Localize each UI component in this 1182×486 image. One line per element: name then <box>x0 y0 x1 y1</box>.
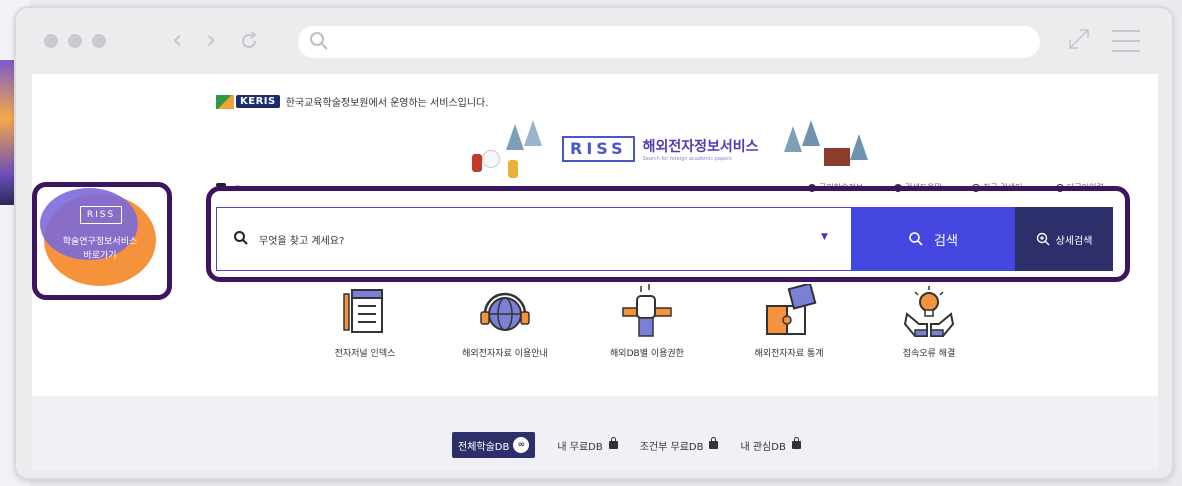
tab-my-interest-db[interactable]: 내 관심DB <box>740 437 801 453</box>
service-subtitle: Search for foreign academic papers <box>642 156 732 162</box>
riss-brand[interactable]: RISS 해외전자정보서비스 Search for foreign academ… <box>562 136 759 162</box>
reload-icon[interactable] <box>238 30 260 52</box>
promo-riss-logo: RISS <box>80 206 122 224</box>
window-dot-minimize[interactable] <box>68 34 82 48</box>
tree-icon <box>850 134 868 160</box>
search-icon <box>234 231 248 245</box>
promo-subtitle: 바로가기 <box>83 251 117 261</box>
tab-label: 내 관심DB <box>740 441 786 453</box>
tree-icon <box>784 126 802 152</box>
globe-headphones-icon <box>480 292 530 331</box>
house-icon <box>824 148 850 166</box>
child-icon <box>508 160 518 178</box>
snowman-icon <box>482 150 500 168</box>
tab-label: 전체학술DB <box>458 441 510 453</box>
advanced-search-button[interactable]: 상세검색 <box>1015 207 1113 271</box>
service-label: 해외전자자료 이용안내 <box>462 349 548 359</box>
hand-pencil-icon <box>622 284 672 337</box>
keris-description: 한국교육학술정보원에서 운영하는 서비스입니다. <box>285 98 489 109</box>
service-db-permissions[interactable]: 해외DB별 이용권한 <box>592 284 702 359</box>
search-input[interactable]: 무엇을 찾고 계세요? ▼ <box>216 207 851 271</box>
service-usage-guide[interactable]: 해외전자자료 이용안내 <box>450 284 560 359</box>
service-journal-index[interactable]: 전자저널 인덱스 <box>310 284 420 359</box>
advanced-search-label: 상세검색 <box>1055 235 1093 247</box>
search-button-label: 검색 <box>934 233 958 249</box>
service-label: 해외DB별 이용권한 <box>610 349 684 359</box>
forward-icon[interactable]: › <box>206 22 216 58</box>
service-connection-help[interactable]: 접속오류 해결 <box>874 284 984 359</box>
window-dot-close[interactable] <box>44 34 58 48</box>
search-icon <box>310 32 328 50</box>
lightbulb-hands-icon <box>903 286 955 337</box>
tab-my-free-db[interactable]: 내 무료DB <box>557 437 618 453</box>
background-thumbnail <box>0 60 14 205</box>
tab-all-db[interactable]: 전체학술DB ∞ <box>452 432 536 458</box>
service-label: 접속오류 해결 <box>902 349 956 359</box>
promo-title: 학술연구정보서비스 <box>62 237 138 247</box>
riss-logo: RISS <box>562 136 635 162</box>
tab-label: 내 무료DB <box>557 441 603 453</box>
tab-conditional-free-db[interactable]: 조건부 무료DB <box>639 437 719 453</box>
expand-icon[interactable] <box>1066 26 1092 52</box>
browser-toolbar: ‹ › <box>16 8 1172 74</box>
zoom-plus-icon <box>1036 232 1050 246</box>
lock-icon <box>709 437 719 449</box>
browser-window: ‹ › KERIS 한국교육학술정보원에서 운영하는 서비스입니다. RISS … <box>14 6 1174 480</box>
puzzle-icon <box>766 284 817 335</box>
journal-index-icon <box>343 289 383 333</box>
db-tabs: 전체학술DB ∞ 내 무료DB 조건부 무료DB 내 관심DB <box>452 432 823 458</box>
menu-icon[interactable] <box>1112 30 1140 60</box>
window-dot-maximize[interactable] <box>92 34 106 48</box>
tree-icon <box>506 124 524 150</box>
service-label: 전자저널 인덱스 <box>334 349 396 359</box>
tree-icon <box>802 120 820 146</box>
lock-icon <box>791 437 801 449</box>
tab-label: 조건부 무료DB <box>639 441 704 453</box>
search-placeholder: 무엇을 찾고 계세요? <box>259 236 345 247</box>
infinity-icon: ∞ <box>513 437 530 453</box>
lock-icon <box>608 437 618 449</box>
hero-illustration: RISS 해외전자정보서비스 Search for foreign academ… <box>462 114 868 194</box>
service-title: 해외전자정보서비스 <box>642 139 759 155</box>
search-button[interactable]: 검색 <box>851 207 1015 271</box>
keris-banner: KERIS 한국교육학술정보원에서 운영하는 서비스입니다. <box>216 94 488 109</box>
keris-flag-icon <box>216 94 234 109</box>
page-content: KERIS 한국교육학술정보원에서 운영하는 서비스입니다. RISS 해외전자… <box>32 74 1158 470</box>
service-label: 해외전자자료 통계 <box>754 349 824 359</box>
back-icon[interactable]: ‹ <box>172 22 182 58</box>
child-icon <box>472 154 482 172</box>
address-bar[interactable] <box>298 26 1040 58</box>
riss-shortcut-banner[interactable]: RISS 학술연구정보서비스 바로가기 <box>40 188 160 288</box>
caret-down-icon[interactable]: ▼ <box>821 232 828 242</box>
tree-icon <box>524 120 542 146</box>
keris-logo[interactable]: KERIS <box>236 95 280 108</box>
search-icon <box>909 232 923 246</box>
service-statistics[interactable]: 해외전자자료 통계 <box>734 284 844 359</box>
